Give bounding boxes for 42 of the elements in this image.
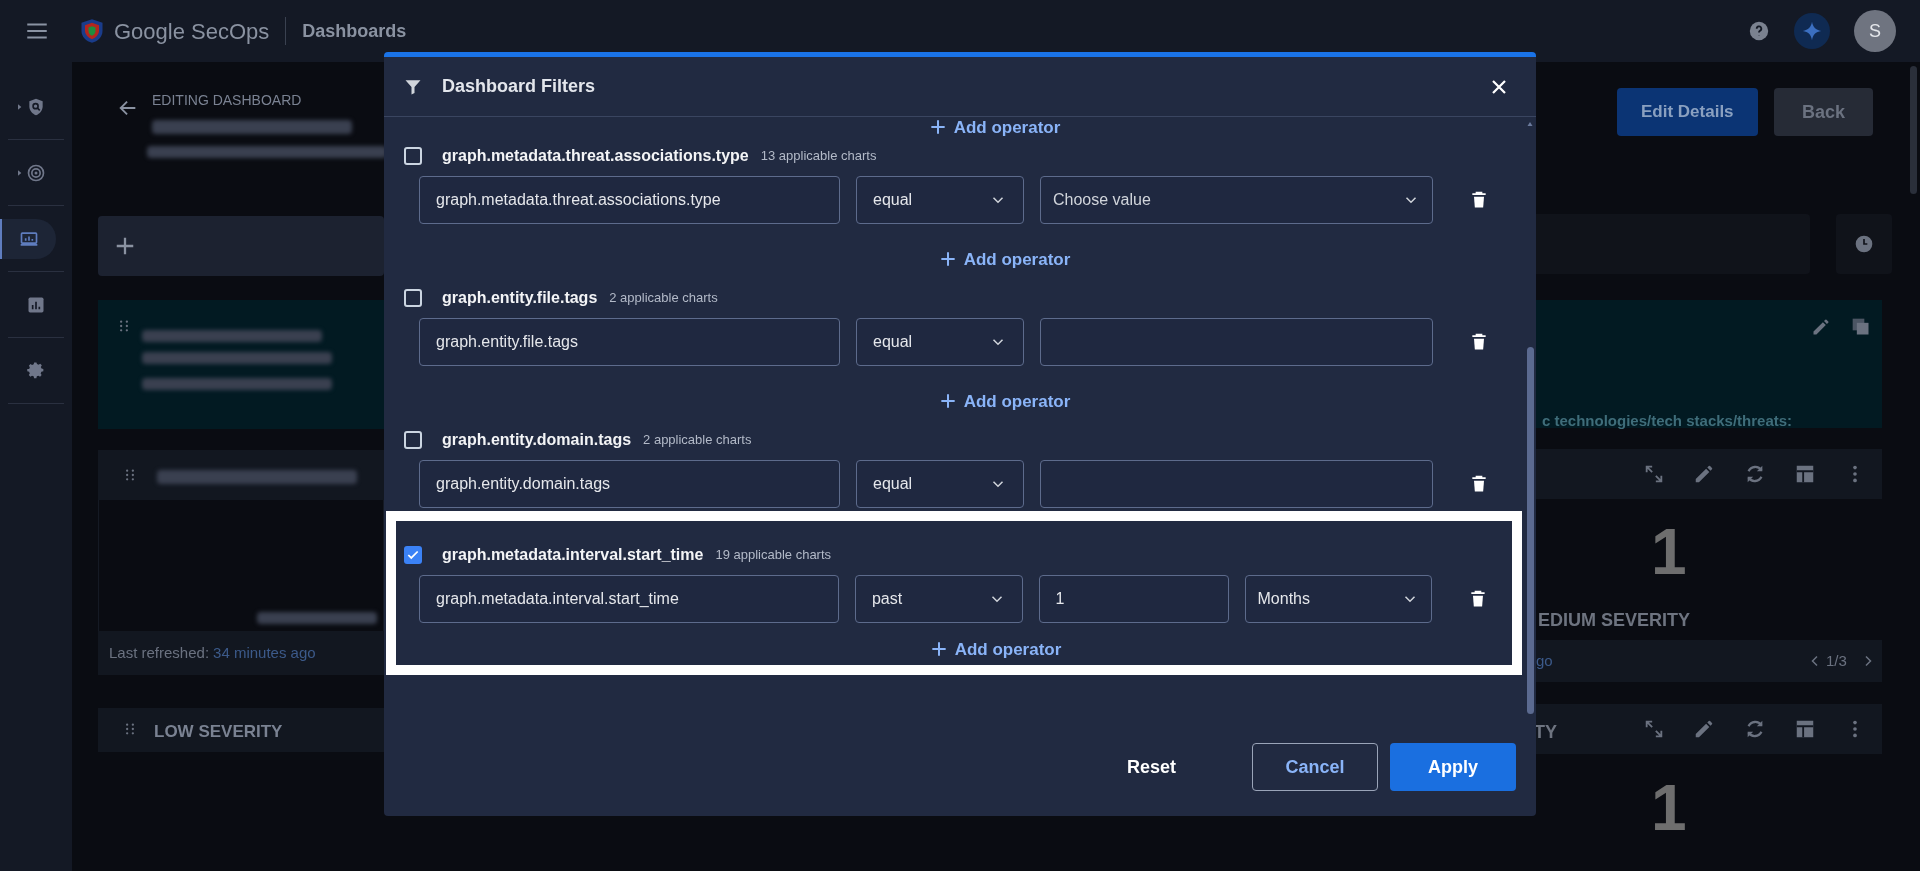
applicable-count: 2 applicable charts bbox=[643, 431, 752, 450]
applicable-count: 2 applicable charts bbox=[609, 289, 718, 308]
widget-title: TY bbox=[1534, 721, 1557, 744]
refreshed-time: 34 minutes ago bbox=[213, 643, 316, 663]
filter-name: graph.entity.domain.tags bbox=[442, 430, 632, 450]
widget-title: LOW SEVERITY bbox=[154, 721, 283, 743]
cancel-button[interactable]: Cancel bbox=[1252, 743, 1378, 791]
filter-name: graph.entity.file.tags bbox=[442, 288, 598, 308]
operator-dropdown[interactable]: equal bbox=[856, 176, 1024, 224]
filter-name: graph.metadata.threat.associations.type bbox=[442, 146, 749, 166]
operator-dropdown[interactable]: equal bbox=[856, 460, 1024, 508]
reset-button[interactable]: Reset bbox=[1102, 743, 1200, 791]
filter-name: graph.metadata.interval.start_time bbox=[442, 545, 704, 565]
field-input[interactable]: graph.entity.file.tags bbox=[419, 318, 840, 366]
applicable-count: 19 applicable charts bbox=[715, 546, 832, 565]
avatar[interactable]: S bbox=[1854, 10, 1896, 52]
operator-dropdown[interactable]: equal bbox=[856, 318, 1024, 366]
metric-value: 1 bbox=[1651, 776, 1687, 840]
section-title: Dashboards bbox=[302, 19, 407, 43]
field-input[interactable]: graph.entity.domain.tags bbox=[419, 460, 840, 508]
dialog-title: Dashboard Filters bbox=[442, 75, 596, 98]
widget-title: EDIUM SEVERITY bbox=[1538, 609, 1691, 632]
applicable-count: 13 applicable charts bbox=[760, 147, 877, 166]
field-input[interactable]: graph.metadata.threat.associations.type bbox=[419, 176, 840, 224]
operator-dropdown[interactable]: past bbox=[854, 575, 1023, 623]
add-operator-button[interactable]: Add operator bbox=[939, 389, 1071, 413]
add-operator-button[interactable]: Add operator bbox=[939, 247, 1071, 271]
apply-button[interactable]: Apply bbox=[1390, 743, 1516, 791]
pager-text: 1/3 bbox=[1826, 651, 1847, 671]
widget-text: c technologies/tech stacks/threats: bbox=[1542, 411, 1793, 431]
add-operator-button[interactable]: Add operator bbox=[929, 117, 1061, 139]
refreshed-label: Last refreshed: bbox=[109, 643, 210, 663]
value-input[interactable]: 1 bbox=[1038, 575, 1229, 623]
value-dropdown[interactable]: Choose value bbox=[1040, 176, 1433, 224]
unit-dropdown[interactable]: Months bbox=[1244, 575, 1433, 623]
refreshed-time: go bbox=[1536, 651, 1553, 671]
edit-details-button[interactable]: Edit Details bbox=[1617, 88, 1758, 136]
page-heading: EDITING DASHBOARD bbox=[152, 91, 302, 110]
field-input[interactable]: graph.metadata.interval.start_time bbox=[419, 575, 839, 623]
metric-value: 1 bbox=[1651, 520, 1687, 584]
add-operator-button[interactable]: Add operator bbox=[930, 637, 1062, 661]
product-name: Google SecOps bbox=[114, 17, 270, 46]
